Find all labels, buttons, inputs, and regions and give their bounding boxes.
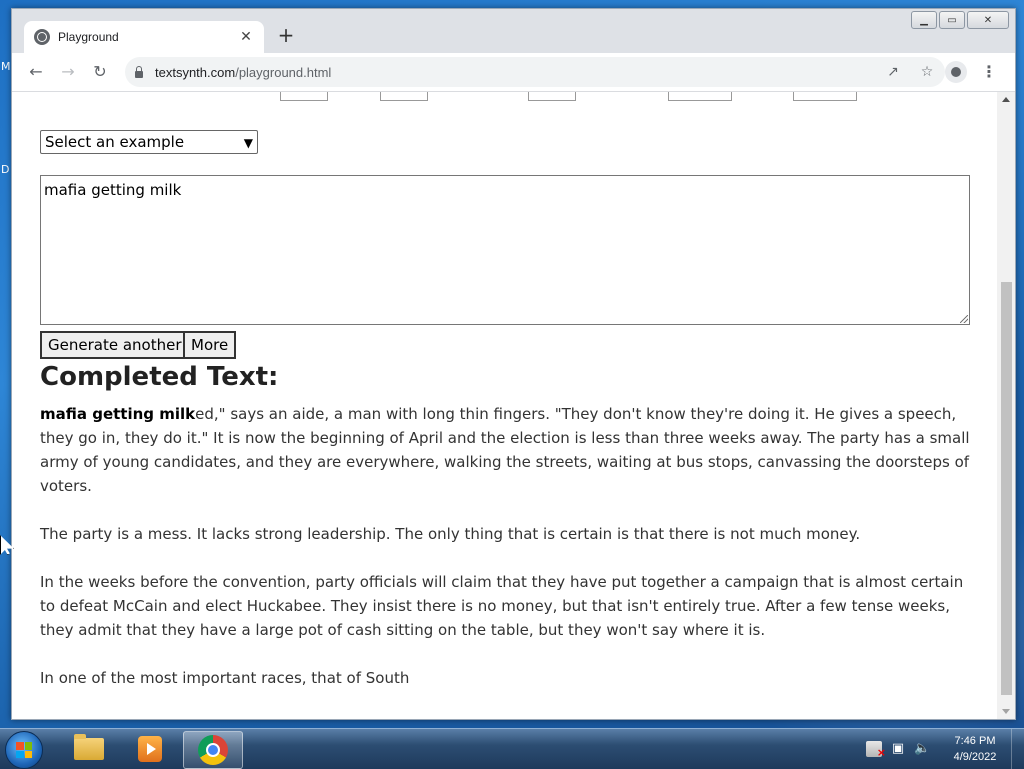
parameter-field-1[interactable]	[280, 92, 328, 101]
chrome-icon	[198, 735, 228, 765]
completed-paragraph-1: mafia getting milked," says an aide, a m…	[40, 402, 970, 498]
volume-icon[interactable]: 🔈	[914, 741, 930, 757]
folder-icon	[74, 734, 104, 760]
desktop-icon-label-d[interactable]: D	[1, 163, 9, 176]
system-tray: ▣ 🔈	[866, 741, 930, 761]
action-center-flag-icon[interactable]	[866, 741, 886, 761]
url-text[interactable]: textsynth.com/playground.html	[155, 65, 331, 80]
taskbar-explorer[interactable]	[60, 731, 118, 767]
parameter-field-3[interactable]	[528, 92, 576, 101]
globe-icon	[34, 29, 50, 45]
taskbar-media-player[interactable]	[121, 731, 179, 767]
parameter-field-4[interactable]	[668, 92, 732, 101]
omnibox-actions: ↗ ☆	[883, 61, 937, 83]
media-player-icon	[138, 736, 162, 762]
generate-another-button[interactable]: Generate another	[40, 331, 190, 359]
forward-arrow-icon[interactable]: →	[56, 60, 80, 84]
completed-paragraph-2: The party is a mess. It lacks strong lea…	[40, 525, 861, 543]
completed-text: mafia getting milked," says an aide, a m…	[40, 402, 970, 714]
kebab-menu-icon[interactable]: ⋮	[978, 61, 1000, 83]
parameter-field-5[interactable]	[793, 92, 857, 101]
scroll-down-arrow-icon[interactable]	[1002, 709, 1010, 714]
start-button[interactable]	[5, 731, 43, 769]
chevron-down-icon: ▼	[243, 136, 253, 150]
show-desktop-button[interactable]	[1011, 729, 1024, 769]
profile-avatar-icon[interactable]	[945, 61, 967, 83]
clock-date: 4/9/2022	[953, 751, 997, 763]
prompt-textarea[interactable]: mafia getting milk	[40, 175, 970, 325]
browser-window: ▁ ▭ ✕ Playground ✕ + ← → ↻ textsynth.com…	[11, 8, 1016, 720]
share-icon[interactable]: ↗	[883, 61, 903, 83]
new-tab-button[interactable]: +	[275, 25, 297, 47]
network-icon[interactable]: ▣	[890, 741, 906, 757]
vertical-scrollbar[interactable]	[997, 92, 1015, 719]
scroll-up-arrow-icon[interactable]	[1002, 97, 1010, 102]
reload-icon[interactable]: ↻	[88, 60, 112, 84]
example-select[interactable]: Select an example ▼	[40, 130, 258, 154]
desktop-icon-label-m[interactable]: M	[1, 60, 11, 73]
scrollbar-thumb[interactable]	[1001, 282, 1012, 695]
browser-toolbar: ← → ↻ textsynth.com/playground.html ↗ ☆ …	[12, 53, 1015, 92]
bookmark-star-icon[interactable]: ☆	[917, 61, 937, 83]
prompt-echo: mafia getting milk	[40, 405, 196, 423]
address-bar[interactable]: textsynth.com/playground.html ↗ ☆	[125, 57, 945, 87]
completed-paragraph-4: In one of the most important races, that…	[40, 669, 410, 687]
more-button[interactable]: More	[183, 331, 237, 359]
lock-icon[interactable]	[135, 66, 143, 78]
prompt-text: mafia getting milk	[44, 181, 182, 199]
completed-paragraph-3: In the weeks before the convention, part…	[40, 573, 964, 639]
taskbar-chrome[interactable]	[183, 731, 243, 769]
example-select-value: Select an example	[45, 133, 185, 151]
tab-playground[interactable]: Playground ✕	[24, 21, 264, 53]
tab-strip: Playground ✕ +	[12, 9, 1015, 53]
close-icon[interactable]: ✕	[238, 29, 254, 45]
parameter-field-2[interactable]	[380, 92, 428, 101]
taskbar: ▣ 🔈 7:46 PM 4/9/2022	[0, 728, 1024, 769]
windows-logo-icon	[16, 742, 32, 758]
resize-grip-icon[interactable]	[960, 315, 968, 323]
playground-page: Select an example ▼ mafia getting milk G…	[12, 92, 996, 719]
back-arrow-icon[interactable]: ←	[24, 60, 48, 84]
tab-title: Playground	[58, 30, 119, 44]
completed-text-heading: Completed Text:	[40, 362, 279, 392]
page-viewport: Select an example ▼ mafia getting milk G…	[12, 92, 1015, 719]
clock-time: 7:46 PM	[954, 735, 996, 747]
system-clock[interactable]: 7:46 PM 4/9/2022	[950, 733, 1000, 765]
